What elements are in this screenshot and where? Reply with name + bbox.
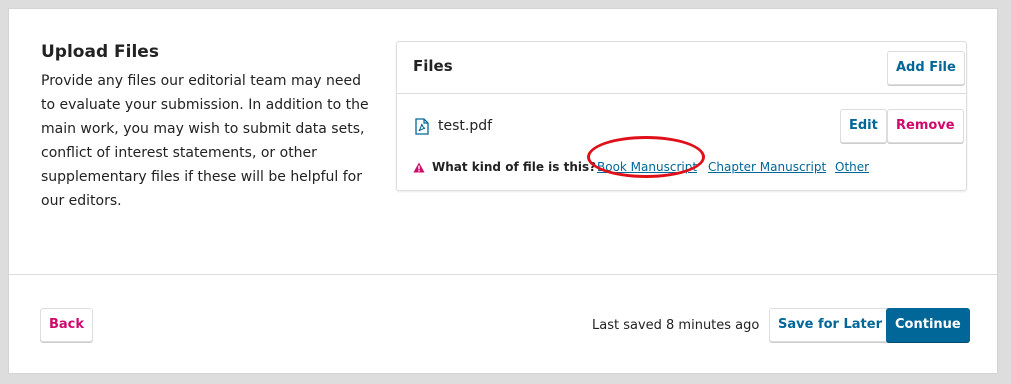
continue-button[interactable]: Continue xyxy=(886,308,970,342)
remove-file-button[interactable]: Remove xyxy=(887,109,964,143)
section-description: Provide any files our editorial team may… xyxy=(41,73,369,209)
file-kind-option-other[interactable]: Other xyxy=(835,160,869,174)
pdf-file-icon xyxy=(415,118,429,135)
add-file-button[interactable]: Add File xyxy=(887,51,965,85)
files-heading: Files xyxy=(413,57,453,75)
file-kind-option-book-manuscript[interactable]: Book Manuscript xyxy=(597,160,697,174)
file-kind-question: What kind of file is this? xyxy=(432,160,597,174)
file-name[interactable]: test.pdf xyxy=(438,118,492,134)
warning-icon xyxy=(413,162,425,173)
upload-files-step: Upload Files Provide any files our edito… xyxy=(8,8,998,374)
files-panel: Files Add File test.pdf Edit Remove What… xyxy=(396,41,967,191)
footer-divider xyxy=(9,274,997,275)
file-kind-option-chapter-manuscript[interactable]: Chapter Manuscript xyxy=(708,160,826,174)
save-for-later-button[interactable]: Save for Later xyxy=(769,308,891,342)
edit-file-button[interactable]: Edit xyxy=(840,109,887,143)
back-button[interactable]: Back xyxy=(40,308,94,342)
files-panel-header: Files Add File xyxy=(397,42,966,94)
last-saved-status: Last saved 8 minutes ago xyxy=(592,318,760,333)
section-title: Upload Files xyxy=(41,42,159,62)
